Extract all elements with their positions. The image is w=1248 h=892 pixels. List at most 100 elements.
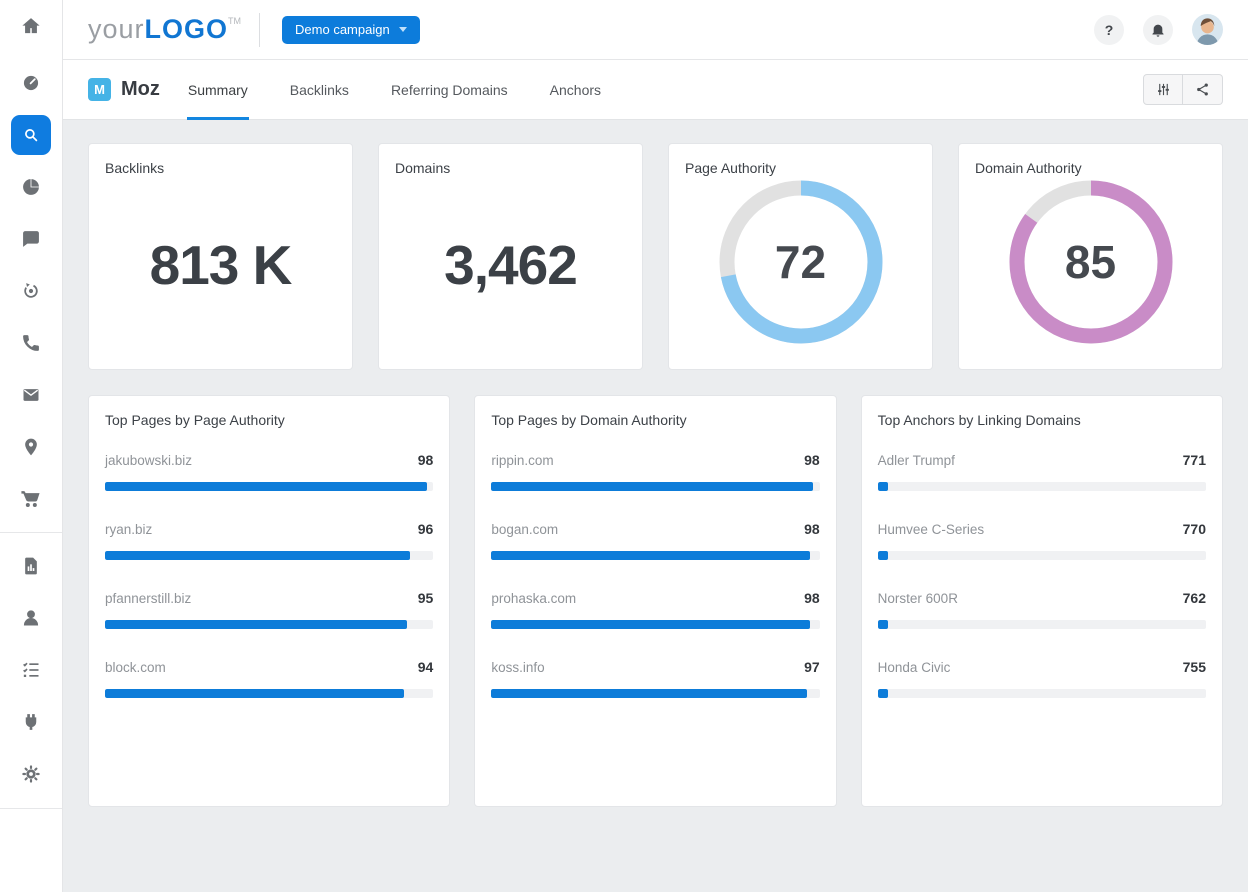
filter-settings-button[interactable] [1143,74,1183,105]
checklist-icon [21,660,41,680]
share-icon [1195,82,1210,97]
progress-track [878,620,1206,629]
campaign-selector-label: Demo campaign [295,22,390,37]
cart-icon [21,489,41,509]
item-label: jakubowski.biz [105,453,192,468]
tab-backlinks[interactable]: Backlinks [289,60,350,119]
sidebar-bottom-divider [0,808,62,809]
list-card-top-pages-pa: Top Pages by Page Authority jakubowski.b… [88,395,450,807]
sidebar-item-reports[interactable] [0,540,62,592]
progress-track [105,551,433,560]
sidebar-item-search[interactable] [0,109,62,161]
item-value: 98 [804,521,820,537]
progress-fill [491,551,809,560]
phone-icon [21,333,41,353]
sidebar [0,0,63,892]
progress-track [878,689,1206,698]
domain-authority-donut: 85 [1009,180,1173,344]
person-icon [21,608,41,628]
app-logo[interactable]: yourLOGOTM [88,14,241,45]
moz-panel-header: M Moz Summary Backlinks Referring Domain… [63,60,1248,120]
progress-fill [491,620,809,629]
sliders-icon [1156,82,1171,97]
backlinks-value: 813 K [150,233,292,297]
tab-referring-domains[interactable]: Referring Domains [390,60,509,119]
sidebar-item-analytics[interactable] [0,161,62,213]
list-item: rippin.com98 [491,452,819,491]
share-button[interactable] [1183,74,1223,105]
sidebar-item-integrations[interactable] [0,696,62,748]
sidebar-item-calls[interactable] [0,317,62,369]
item-label: koss.info [491,660,544,675]
metric-cards-row: Backlinks 813 K Domains 3,462 Page Autho… [88,143,1223,370]
card-title: Backlinks [105,160,336,176]
chevron-down-icon [399,27,407,32]
item-value: 97 [804,659,820,675]
item-label: pfannerstill.biz [105,591,191,606]
progress-track [878,482,1206,491]
metric-card-page-authority: Page Authority 72 [668,143,933,370]
user-avatar[interactable] [1192,14,1223,45]
question-mark-icon: ? [1105,22,1114,38]
list-item: jakubowski.biz98 [105,452,433,491]
progress-fill [878,482,888,491]
item-value: 762 [1183,590,1206,606]
pie-chart-icon [21,177,41,197]
item-label: ryan.biz [105,522,152,537]
sidebar-item-tasks[interactable] [0,644,62,696]
progress-fill [878,689,888,698]
progress-fill [105,620,407,629]
progress-track [878,551,1206,560]
progress-track [105,689,433,698]
tab-anchors[interactable]: Anchors [549,60,602,119]
campaign-selector-button[interactable]: Demo campaign [282,16,420,44]
chat-bubble-icon [21,229,41,249]
progress-fill [491,689,806,698]
progress-track [491,551,819,560]
item-label: Humvee C-Series [878,522,985,537]
logo-trademark: TM [228,16,241,26]
search-icon [22,126,40,144]
active-item-highlight [11,115,51,155]
notifications-button[interactable] [1143,15,1173,45]
sidebar-item-dashboard[interactable] [0,57,62,109]
logo-prefix: your [88,14,145,45]
item-label: Honda Civic [878,660,951,675]
gear-icon [21,764,41,784]
card-title: Top Pages by Page Authority [105,412,433,428]
page-authority-value: 72 [719,180,883,344]
sidebar-item-settings[interactable] [0,748,62,800]
sidebar-item-ads[interactable] [0,265,62,317]
item-value: 98 [804,590,820,606]
help-button[interactable]: ? [1094,15,1124,45]
list-item: Humvee C-Series770 [878,521,1206,560]
sidebar-divider [0,532,62,533]
sidebar-item-ecommerce[interactable] [0,473,62,525]
progress-fill [878,620,888,629]
tab-summary[interactable]: Summary [187,60,249,119]
item-label: bogan.com [491,522,558,537]
sidebar-item-chat[interactable] [0,213,62,265]
list-cards-row: Top Pages by Page Authority jakubowski.b… [88,395,1223,807]
location-pin-icon [21,437,41,457]
sidebar-item-local[interactable] [0,421,62,473]
progress-track [491,482,819,491]
mail-icon [21,385,41,405]
item-value: 755 [1183,659,1206,675]
sidebar-item-home[interactable] [0,0,62,52]
item-value: 96 [418,521,434,537]
progress-fill [105,689,404,698]
topbar-divider [259,13,260,47]
sidebar-item-clients[interactable] [0,592,62,644]
item-label: block.com [105,660,166,675]
item-label: prohaska.com [491,591,576,606]
list-item: Honda Civic 755 [878,659,1206,698]
top-bar: yourLOGOTM Demo campaign ? [63,0,1248,60]
item-value: 94 [418,659,434,675]
item-label: rippin.com [491,453,553,468]
target-icon [21,281,41,301]
metric-card-domains: Domains 3,462 [378,143,643,370]
list-item: pfannerstill.biz95 [105,590,433,629]
sidebar-item-email[interactable] [0,369,62,421]
card-title: Page Authority [685,160,916,176]
